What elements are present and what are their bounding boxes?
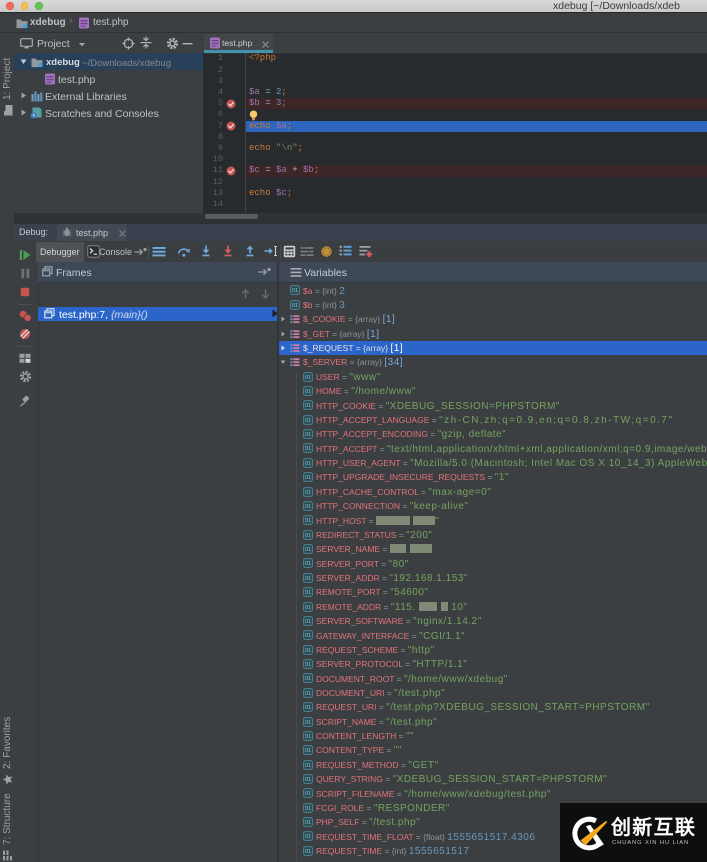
svg-text:01: 01 (292, 288, 298, 294)
svg-text:01: 01 (305, 432, 311, 438)
svg-text:01: 01 (305, 834, 311, 840)
svg-text:01: 01 (305, 605, 311, 611)
svg-text:01: 01 (305, 849, 311, 855)
svg-text:01: 01 (305, 576, 311, 582)
svg-text:01: 01 (305, 720, 311, 726)
svg-text:01: 01 (305, 748, 311, 754)
svg-text:01: 01 (305, 791, 311, 797)
svg-text:01: 01 (305, 648, 311, 654)
svg-text:01: 01 (305, 504, 311, 510)
svg-text:01: 01 (305, 590, 311, 596)
svg-text:01: 01 (305, 389, 311, 395)
svg-text:01: 01 (305, 676, 311, 682)
svg-text:01: 01 (305, 691, 311, 697)
svg-text:01: 01 (305, 533, 311, 539)
svg-text:01: 01 (305, 490, 311, 496)
svg-text:01: 01 (305, 705, 311, 711)
svg-text:01: 01 (305, 461, 311, 467)
svg-text:01: 01 (305, 734, 311, 740)
svg-text:01: 01 (305, 518, 311, 524)
svg-text:01: 01 (305, 418, 311, 424)
svg-text:01: 01 (305, 619, 311, 625)
svg-text:01: 01 (305, 777, 311, 783)
svg-text:01: 01 (305, 403, 311, 409)
svg-text:01: 01 (305, 375, 311, 381)
svg-text:01: 01 (292, 303, 298, 309)
svg-text:01: 01 (305, 633, 311, 639)
svg-text:01: 01 (305, 662, 311, 668)
svg-text:01: 01 (305, 547, 311, 553)
svg-text:01: 01 (305, 561, 311, 567)
svg-text:01: 01 (305, 820, 311, 826)
svg-text:01: 01 (305, 446, 311, 452)
svg-text:01: 01 (305, 475, 311, 481)
svg-text:01: 01 (305, 763, 311, 769)
svg-text:01: 01 (305, 806, 311, 812)
